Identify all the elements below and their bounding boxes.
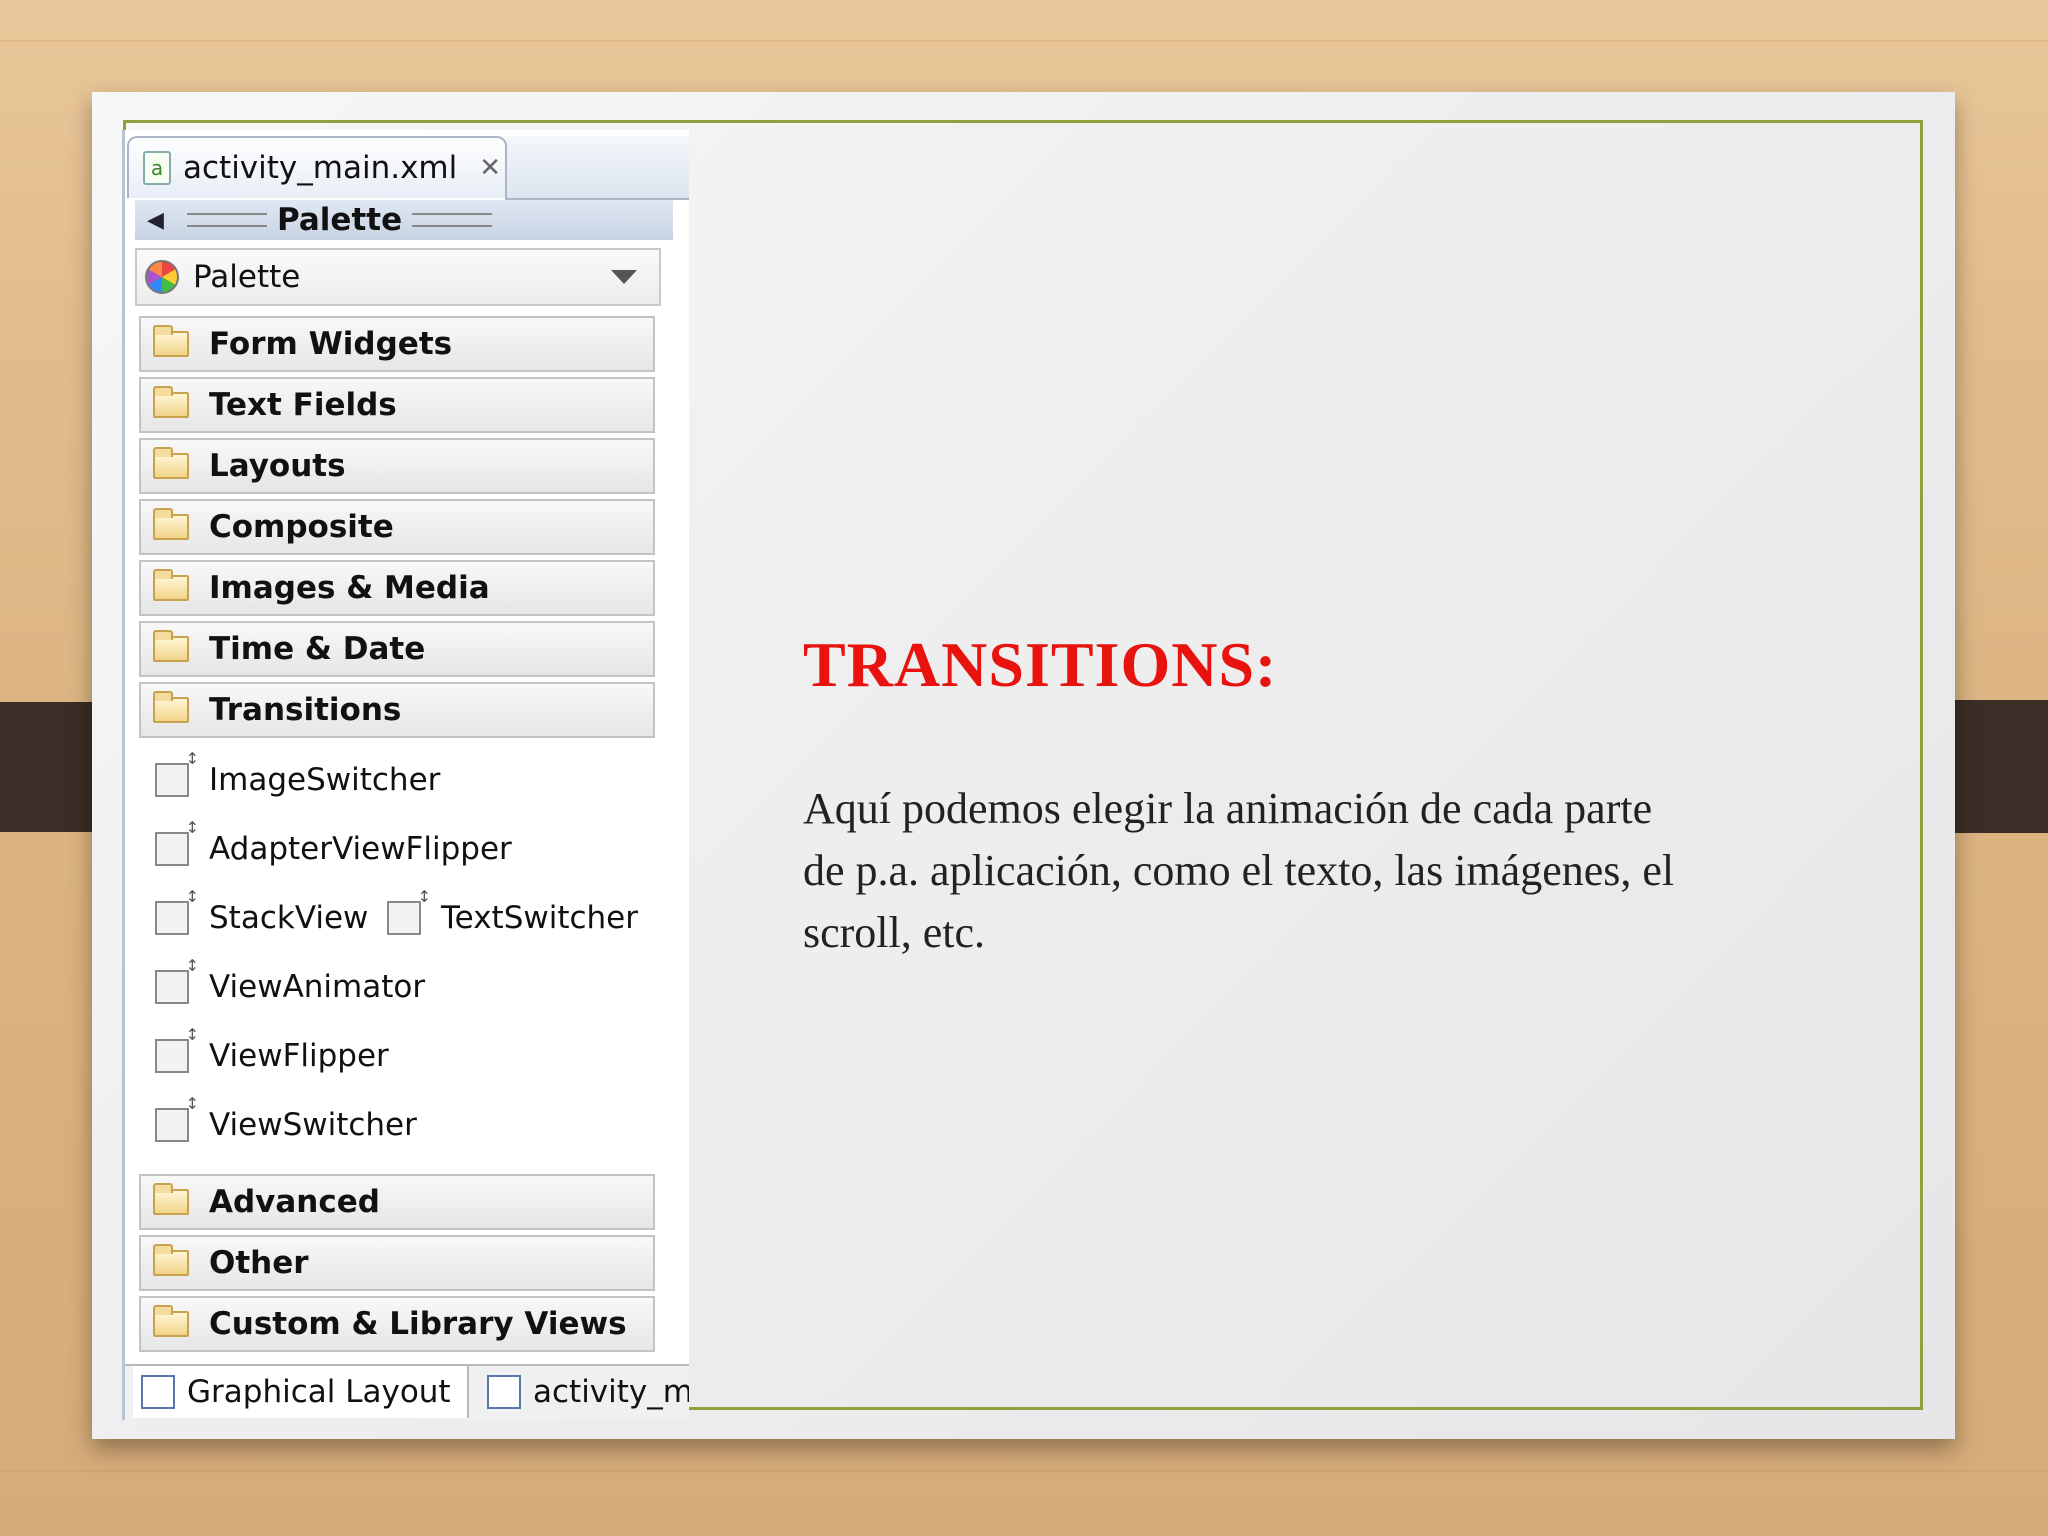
folder-icon (153, 447, 189, 479)
category-label: Advanced (209, 1184, 380, 1220)
grip-icon (187, 213, 267, 227)
wood-grain (0, 40, 2048, 42)
editor-bottom-tabs: Graphical Layout activity_ma (125, 1364, 689, 1420)
palette-dropdown-value: Palette (193, 259, 301, 295)
category-label: Text Fields (209, 387, 397, 423)
folder-icon (153, 1244, 189, 1276)
category-advanced[interactable]: Advanced (139, 1174, 655, 1230)
category-label: Other (209, 1245, 309, 1281)
folder-open-icon (153, 691, 189, 723)
tab-label: Graphical Layout (187, 1374, 451, 1410)
palette-header: ◀ Palette (135, 200, 673, 240)
layout-icon (141, 1375, 175, 1409)
category-label: Form Widgets (209, 326, 453, 362)
palette-item-viewanimator[interactable]: ViewAnimator (155, 956, 426, 1005)
palette-item-imageswitcher[interactable]: ImageSwitcher (155, 749, 441, 798)
palette-item-label: ImageSwitcher (209, 762, 441, 798)
palette-item-textswitcher[interactable]: TextSwitcher (387, 887, 639, 936)
editor-tab-strip (505, 136, 689, 200)
collapse-arrow-icon[interactable]: ◀ (147, 208, 177, 233)
palette-item-label: TextSwitcher (441, 900, 639, 936)
textswitcher-icon (387, 887, 431, 935)
viewswitcher-icon (155, 1094, 199, 1142)
wood-grain (0, 1470, 2048, 1472)
palette-item-label: AdapterViewFlipper (209, 831, 512, 867)
palette-item-viewflipper[interactable]: ViewFlipper (155, 1025, 389, 1074)
palette-item-stackview[interactable]: StackView (155, 887, 369, 936)
palette-item-label: ViewAnimator (209, 969, 426, 1005)
close-icon[interactable]: ✕ (479, 153, 501, 183)
stackview-icon (155, 887, 199, 935)
folder-icon (153, 508, 189, 540)
viewflipper-icon (155, 1025, 199, 1073)
folder-icon (153, 1305, 189, 1337)
palette-item-adapterviewflipper[interactable]: AdapterViewFlipper (155, 818, 512, 867)
palette-header-title: Palette (277, 202, 403, 238)
category-images-media[interactable]: Images & Media (139, 560, 655, 616)
file-tab-label: activity_main.xml (183, 150, 458, 186)
slide-body-text: Aquí podemos elegir la animación de cada… (803, 784, 1675, 957)
eclipse-palette-screenshot: a activity_main.xml ✕ ◀ Palette Palette … (122, 130, 689, 1420)
category-time-date[interactable]: Time & Date (139, 621, 655, 677)
category-transitions[interactable]: Transitions (139, 682, 655, 738)
adapterviewflipper-icon (155, 818, 199, 866)
palette-item-label: ViewSwitcher (209, 1107, 417, 1143)
xml-file-icon: a (143, 151, 171, 185)
category-label: Transitions (209, 692, 402, 728)
category-custom-library-views[interactable]: Custom & Library Views (139, 1296, 655, 1352)
category-layouts[interactable]: Layouts (139, 438, 655, 494)
grip-icon (412, 213, 493, 227)
chevron-down-icon (611, 270, 637, 284)
tab-graphical-layout[interactable]: Graphical Layout (133, 1366, 469, 1418)
category-form-widgets[interactable]: Form Widgets (139, 316, 655, 372)
folder-icon (153, 386, 189, 418)
category-other[interactable]: Other (139, 1235, 655, 1291)
folder-icon (153, 325, 189, 357)
imageswitcher-icon (155, 749, 199, 797)
category-label: Custom & Library Views (209, 1306, 627, 1342)
viewanimator-icon (155, 956, 199, 1004)
category-text-fields[interactable]: Text Fields (139, 377, 655, 433)
palette-icon (145, 260, 179, 294)
palette-dropdown[interactable]: Palette (135, 248, 661, 306)
folder-icon (153, 1183, 189, 1215)
category-composite[interactable]: Composite (139, 499, 655, 555)
palette-item-label: ViewFlipper (209, 1038, 389, 1074)
category-label: Images & Media (209, 570, 490, 606)
file-tab[interactable]: a activity_main.xml ✕ (127, 136, 507, 198)
xml-source-icon (487, 1375, 521, 1409)
folder-icon (153, 630, 189, 662)
folder-icon (153, 569, 189, 601)
palette-item-label: StackView (209, 900, 369, 936)
category-label: Composite (209, 509, 394, 545)
slide-heading: TRANSITIONS: (803, 629, 1278, 700)
palette-item-viewswitcher[interactable]: ViewSwitcher (155, 1094, 417, 1143)
category-label: Layouts (209, 448, 346, 484)
category-label: Time & Date (209, 631, 426, 667)
tab-xml-source[interactable]: activity_ma (477, 1366, 689, 1418)
tab-label: activity_ma (533, 1374, 689, 1410)
